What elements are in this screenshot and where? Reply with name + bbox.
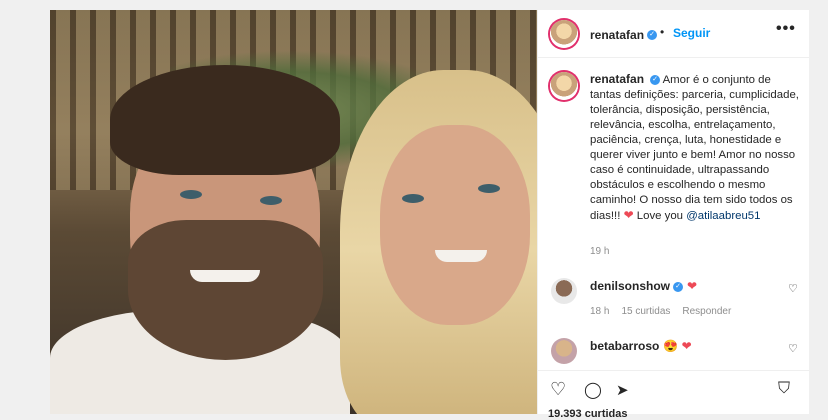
more-options-icon[interactable]: ••• — [776, 20, 796, 38]
comment-line: denilsonshow ✓ ❤ — [590, 279, 697, 293]
author-username[interactable]: renatafan — [590, 28, 644, 42]
follow-button[interactable]: Seguir — [673, 26, 710, 40]
post-photo[interactable]: › — [50, 10, 537, 414]
comment-avatar[interactable] — [551, 278, 577, 304]
author-name-row: renatafan ✓ — [590, 26, 658, 44]
comment-time[interactable]: 18 h — [590, 306, 609, 317]
photo-woman-smile — [435, 250, 487, 262]
like-icon[interactable]: ♡ — [550, 379, 566, 400]
caption-love: Love you — [633, 210, 687, 222]
photo-man-eye-right — [260, 196, 282, 205]
verified-badge-icon: ✓ — [647, 29, 658, 40]
caption-heart-icon: ❤ — [623, 208, 634, 222]
comment-verified-badge-icon: ✓ — [673, 281, 684, 292]
author-avatar[interactable] — [550, 20, 578, 48]
photo-woman-face — [380, 125, 530, 325]
post-caption: renatafan ✓ Amor é o conjunto de tantas d… — [590, 72, 800, 224]
comment-likes[interactable]: 15 curtidas — [621, 306, 670, 317]
photo-man-hair — [110, 65, 340, 175]
post-side-panel: renatafan ✓ • Seguir ••• renatafan ✓ Amor … — [537, 10, 809, 420]
comment-text: 😍 ❤ — [663, 339, 692, 353]
post-actions-bar: ♡ ◯ ➤ ⛉ — [538, 370, 809, 411]
caption-mention-link[interactable]: @atilaabreu51 — [686, 210, 760, 222]
comment-reply-button[interactable]: Responder — [682, 306, 731, 317]
photo-man-beard — [128, 220, 323, 360]
post-timestamp[interactable]: 19 h — [590, 246, 609, 257]
comment-username[interactable]: betabarroso — [590, 339, 659, 353]
comment-text: ❤ — [687, 279, 698, 293]
header-separator: • — [660, 25, 665, 39]
comment-icon[interactable]: ◯ — [584, 380, 602, 400]
caption-verified-badge-icon: ✓ — [650, 74, 661, 85]
comment-avatar[interactable] — [551, 338, 577, 364]
share-icon[interactable]: ➤ — [616, 381, 629, 399]
comment-username[interactable]: denilsonshow — [590, 279, 670, 293]
photo-woman-eye-left — [402, 194, 424, 203]
caption-text: Amor é o conjunto de tantas definições: … — [590, 74, 799, 222]
photo-man-smile — [190, 270, 260, 282]
caption-author-avatar[interactable] — [550, 72, 578, 100]
photo-man-eye-left — [180, 190, 202, 199]
comment-line: betabarroso 😍 ❤ — [590, 339, 692, 353]
caption-username[interactable]: renatafan — [590, 72, 644, 86]
comment-like-icon[interactable]: ♡ — [788, 342, 798, 355]
comment-like-icon[interactable]: ♡ — [788, 282, 798, 295]
post-header: renatafan ✓ • Seguir ••• — [538, 10, 809, 58]
photo-woman-eye-right — [478, 184, 500, 193]
save-icon[interactable]: ⛉ — [778, 380, 790, 398]
likes-count[interactable]: 19.393 curtidas — [548, 408, 628, 420]
comment-meta: 18 h 15 curtidas Responder — [590, 306, 743, 317]
